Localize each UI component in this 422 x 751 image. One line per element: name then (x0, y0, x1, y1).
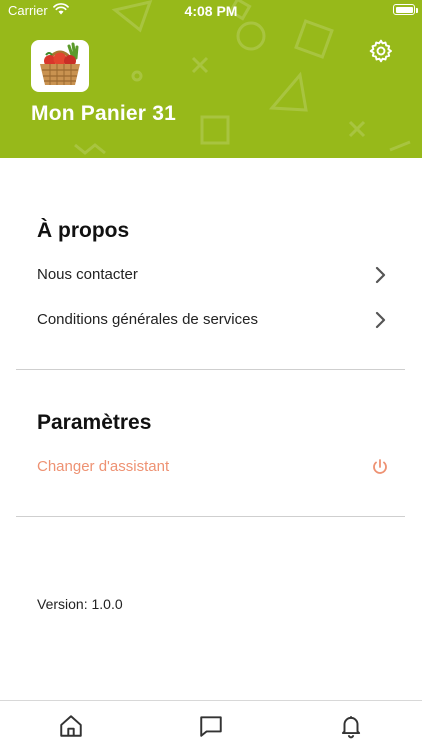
contact-us-item[interactable]: Nous contacter (37, 264, 387, 288)
battery-tip (416, 8, 418, 13)
section-divider (16, 369, 405, 370)
terms-of-service-label: Conditions générales de services (37, 311, 258, 328)
change-assistant-label: Changer d'assistant (37, 458, 170, 475)
chat-icon[interactable] (198, 713, 224, 739)
tab-bar (0, 700, 422, 751)
app-version: Version: 1.0.0 (37, 596, 123, 612)
basket-icon (40, 42, 80, 85)
app-header: Carrier 4:08 PM Mon Panier 31 (0, 0, 422, 158)
about-section-title: À propos (37, 219, 130, 242)
contact-us-label: Nous contacter (37, 266, 138, 283)
power-icon (373, 459, 387, 474)
bell-icon[interactable] (338, 713, 364, 739)
chevron-right-icon (375, 266, 386, 284)
settings-gear-icon[interactable] (368, 38, 394, 64)
section-divider (16, 516, 405, 517)
chevron-right-icon (375, 311, 386, 329)
app-name: Mon Panier 31 (31, 102, 176, 125)
terms-of-service-item[interactable]: Conditions générales de services (37, 309, 387, 333)
settings-section-title: Paramètres (37, 411, 152, 434)
status-time: 4:08 PM (184, 3, 238, 19)
status-bar: Carrier 4:08 PM (0, 0, 422, 22)
home-icon[interactable] (58, 713, 84, 739)
battery-icon (393, 4, 415, 15)
app-logo (31, 40, 89, 92)
change-assistant-item[interactable]: Changer d'assistant (37, 456, 387, 480)
